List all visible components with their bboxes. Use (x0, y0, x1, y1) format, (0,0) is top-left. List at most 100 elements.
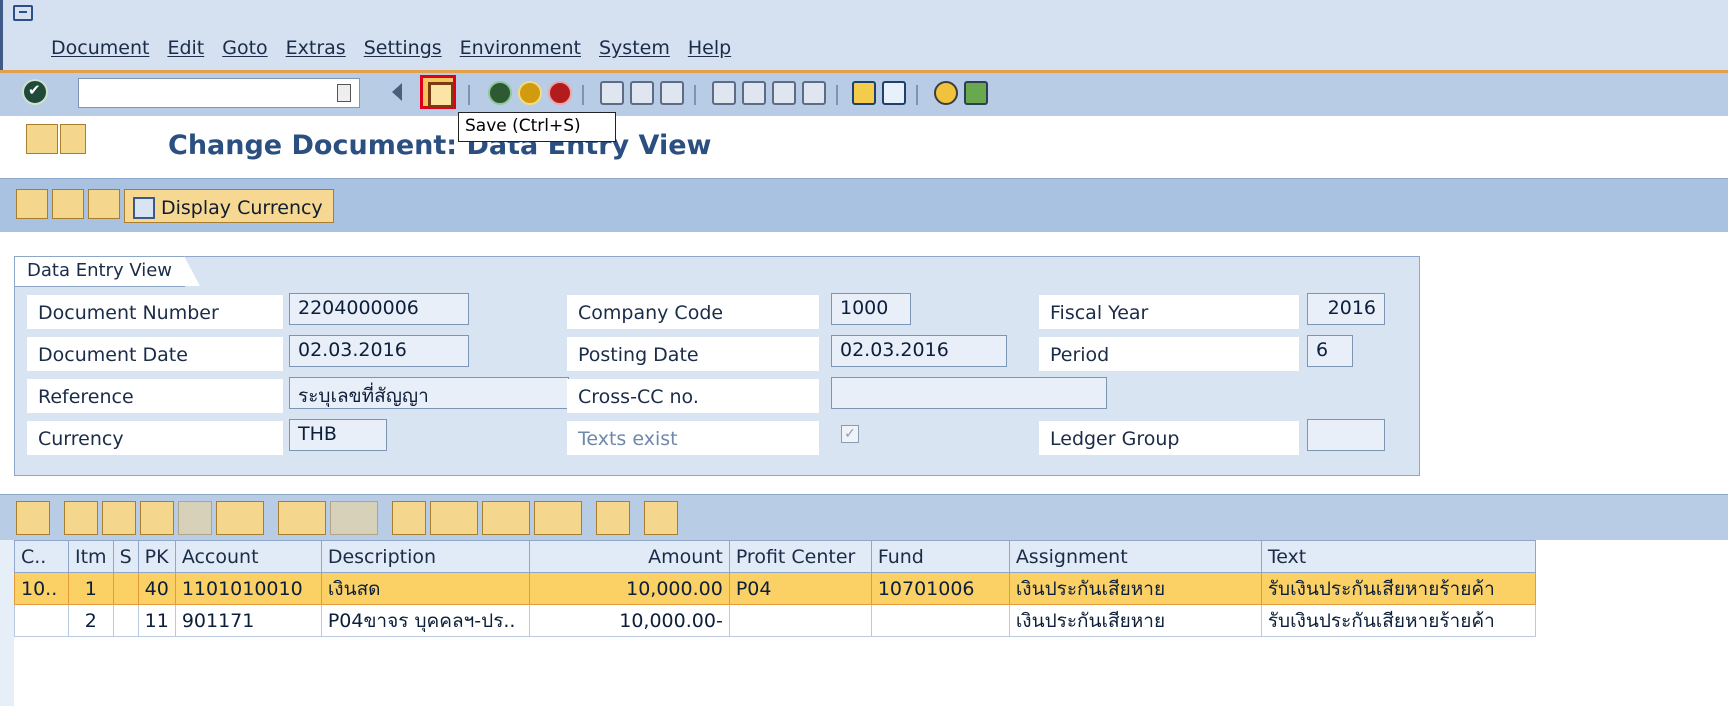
separator (468, 85, 470, 105)
cell-account: 901171 (174, 604, 322, 637)
col-profit-center[interactable]: Profit Center (728, 540, 872, 573)
cell-posting-key: 11 (137, 604, 176, 637)
period-label: Period (1039, 337, 1299, 371)
cell-status (112, 604, 139, 637)
menu-document[interactable]: Document (51, 37, 149, 59)
graphic-icon[interactable] (596, 501, 630, 535)
posting-date-field[interactable]: 02.03.2016 (831, 335, 1007, 367)
document-number-field[interactable]: 2204000006 (289, 293, 469, 325)
title-bar: Change Document: Data Entry View (0, 116, 1728, 178)
reference-field[interactable]: ระบุเลขที่สัญญา (289, 377, 569, 409)
collapse-arrow-icon[interactable] (392, 83, 402, 101)
layout-icon[interactable] (534, 501, 582, 535)
new-session-icon[interactable] (852, 81, 876, 105)
ledger-group-label: Ledger Group (1039, 421, 1299, 455)
next-page-icon[interactable] (772, 81, 796, 105)
details-icon[interactable] (16, 501, 50, 535)
cell-assignment: เงินประกันเสียหาย (1008, 604, 1262, 637)
filter-icon[interactable] (216, 501, 264, 535)
table-row[interactable]: 2 11 901171 P04ขาจร บุคคลฯ-ปร.. 10,000.0… (14, 604, 1536, 637)
hat-icon[interactable] (88, 189, 120, 219)
col-account[interactable]: Account (174, 540, 322, 573)
cross-cc-field[interactable] (831, 377, 1107, 409)
services-dropdown-icon[interactable] (60, 124, 86, 154)
display-currency-button[interactable]: Display Currency (124, 189, 334, 223)
services-icon[interactable] (26, 124, 58, 154)
period-field[interactable]: 6 (1307, 335, 1353, 367)
fiscal-year-field[interactable]: 2016 (1307, 293, 1385, 325)
menu-environment[interactable]: Environment (460, 37, 581, 59)
cell-status (112, 572, 139, 605)
company-code-field[interactable]: 1000 (831, 293, 911, 325)
save-tooltip: Save (Ctrl+S) (458, 112, 616, 142)
help-icon[interactable] (934, 81, 958, 105)
enter-button[interactable] (22, 79, 48, 105)
menu-bar: Document Edit Goto Extras Settings Envir… (0, 0, 1728, 70)
col-description[interactable]: Description (320, 540, 530, 573)
col-amount[interactable]: Amount (528, 540, 730, 573)
ledger-group-field[interactable] (1307, 419, 1385, 451)
standard-toolbar (0, 70, 1728, 116)
spreadsheet-icon[interactable] (482, 501, 530, 535)
col-text[interactable]: Text (1260, 540, 1536, 573)
export-icon[interactable] (430, 501, 478, 535)
menu-items: Document Edit Goto Extras Settings Envir… (51, 37, 731, 59)
currency-field[interactable]: THB (289, 419, 387, 451)
texts-exist-label: Texts exist (567, 421, 819, 455)
display-icon[interactable] (52, 189, 84, 219)
window-menu-icon[interactable] (13, 5, 33, 21)
customize-layout-icon[interactable] (964, 81, 988, 105)
col-status[interactable]: S (112, 540, 139, 573)
cell-amount: 10,000.00 (528, 572, 730, 605)
table-row[interactable]: 10.. 1 40 1101010010 เงินสด 10,000.00 P0… (14, 572, 1536, 605)
cell-text: รับเงินประกันเสียหายร้ายค้า (1260, 572, 1536, 605)
menu-system[interactable]: System (599, 37, 670, 59)
menu-extras[interactable]: Extras (286, 37, 346, 59)
posting-date-label: Posting Date (567, 337, 819, 371)
table-row-selector-column[interactable] (0, 540, 14, 706)
col-item[interactable]: Itm (68, 540, 114, 573)
currency-label: Currency (27, 421, 283, 455)
col-company[interactable]: C.. (14, 540, 69, 573)
cell-amount: 10,000.00- (528, 604, 730, 637)
col-posting-key[interactable]: PK (137, 540, 176, 573)
col-fund[interactable]: Fund (870, 540, 1010, 573)
separator (836, 85, 838, 105)
exit-icon[interactable] (518, 81, 542, 105)
cell-account: 1101010010 (174, 572, 322, 605)
menu-help[interactable]: Help (688, 37, 731, 59)
find-icon[interactable] (140, 501, 174, 535)
cell-item: 1 (68, 572, 114, 605)
cancel-icon[interactable] (548, 81, 572, 105)
cell-assignment: เงินประกันเสียหาย (1008, 572, 1262, 605)
shortcut-icon[interactable] (882, 81, 906, 105)
print-preview-icon[interactable] (392, 501, 426, 535)
col-assignment[interactable]: Assignment (1008, 540, 1262, 573)
total-icon[interactable] (278, 501, 326, 535)
menu-edit[interactable]: Edit (167, 37, 204, 59)
sort-descending-icon[interactable] (102, 501, 136, 535)
first-page-icon[interactable] (712, 81, 736, 105)
save-button[interactable] (420, 75, 456, 109)
command-dropdown-icon[interactable] (337, 84, 351, 102)
currency-icon (133, 196, 155, 219)
menu-settings[interactable]: Settings (364, 37, 442, 59)
cell-description: เงินสด (320, 572, 530, 605)
print-icon[interactable] (600, 81, 624, 105)
find-icon[interactable] (630, 81, 654, 105)
cell-profit-center: P04 (728, 572, 872, 605)
menu-goto[interactable]: Goto (222, 37, 267, 59)
separator (694, 85, 696, 105)
back-icon[interactable] (488, 81, 512, 105)
document-date-field[interactable]: 02.03.2016 (289, 335, 469, 367)
find-next-icon[interactable] (660, 81, 684, 105)
information-icon[interactable] (644, 501, 678, 535)
fiscal-year-label: Fiscal Year (1039, 295, 1299, 329)
previous-page-icon[interactable] (742, 81, 766, 105)
document-overview-icon[interactable] (16, 189, 48, 219)
command-field[interactable] (78, 78, 360, 108)
sort-ascending-icon[interactable] (64, 501, 98, 535)
application-toolbar: Display Currency (0, 178, 1728, 232)
document-number-label: Document Number (27, 295, 283, 329)
last-page-icon[interactable] (802, 81, 826, 105)
